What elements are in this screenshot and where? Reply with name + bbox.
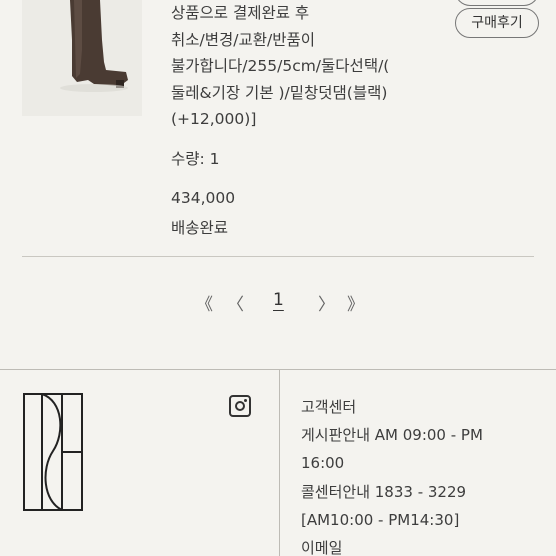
page-number-current[interactable]: 1 — [273, 290, 284, 310]
last-page-button[interactable]: 》 — [347, 290, 364, 315]
brand-logo[interactable] — [23, 393, 83, 511]
price-label: 434,000 — [171, 189, 236, 207]
delivery-status: 배송완료 — [171, 219, 229, 237]
first-page-button[interactable]: 《 — [196, 290, 213, 315]
cs-email-link[interactable]: 이메일 — [301, 534, 483, 556]
next-page-button[interactable]: 〉 — [318, 290, 335, 315]
product-thumbnail[interactable] — [22, 0, 142, 116]
cs-line: [AM10:00 - PM14:30] — [301, 510, 460, 529]
instagram-icon[interactable] — [229, 395, 251, 417]
prev-page-button[interactable]: 〈 — [227, 290, 244, 315]
product-option-description: 상품으로 결제완료 후 취소/변경/교환/반품이 불가합니다/255/5cm/둘… — [171, 0, 441, 133]
customer-center-info: 고객센터 게시판안내 AM 09:00 - PM 16:00 콜센터안내 183… — [301, 393, 483, 556]
desc-line: 상품으로 결제완료 후 — [171, 4, 310, 22]
desc-line: 불가합니다/255/5cm/둘다선택/( — [171, 57, 390, 75]
cs-line: 게시판안내 AM 09:00 - PM — [301, 426, 483, 445]
previous-button-edge — [455, 0, 539, 6]
cs-line: 16:00 — [301, 454, 345, 473]
desc-line: (+12,000)] — [171, 110, 257, 128]
desc-line: 둘레&기장 기본 )/밑창덧댐(블랙) — [171, 83, 388, 102]
purchase-review-button[interactable]: 구매후기 — [455, 8, 539, 38]
cs-line: 고객센터 — [301, 398, 357, 416]
cs-line: 콜센터안내 1833 - 3229 — [301, 482, 467, 501]
desc-line: 취소/변경/교환/반품이 — [171, 30, 316, 49]
boot-image — [22, 0, 142, 116]
quantity-label: 수량: 1 — [171, 150, 220, 168]
divider — [22, 256, 534, 257]
footer-column-divider — [279, 370, 280, 556]
footer-divider — [0, 369, 556, 370]
